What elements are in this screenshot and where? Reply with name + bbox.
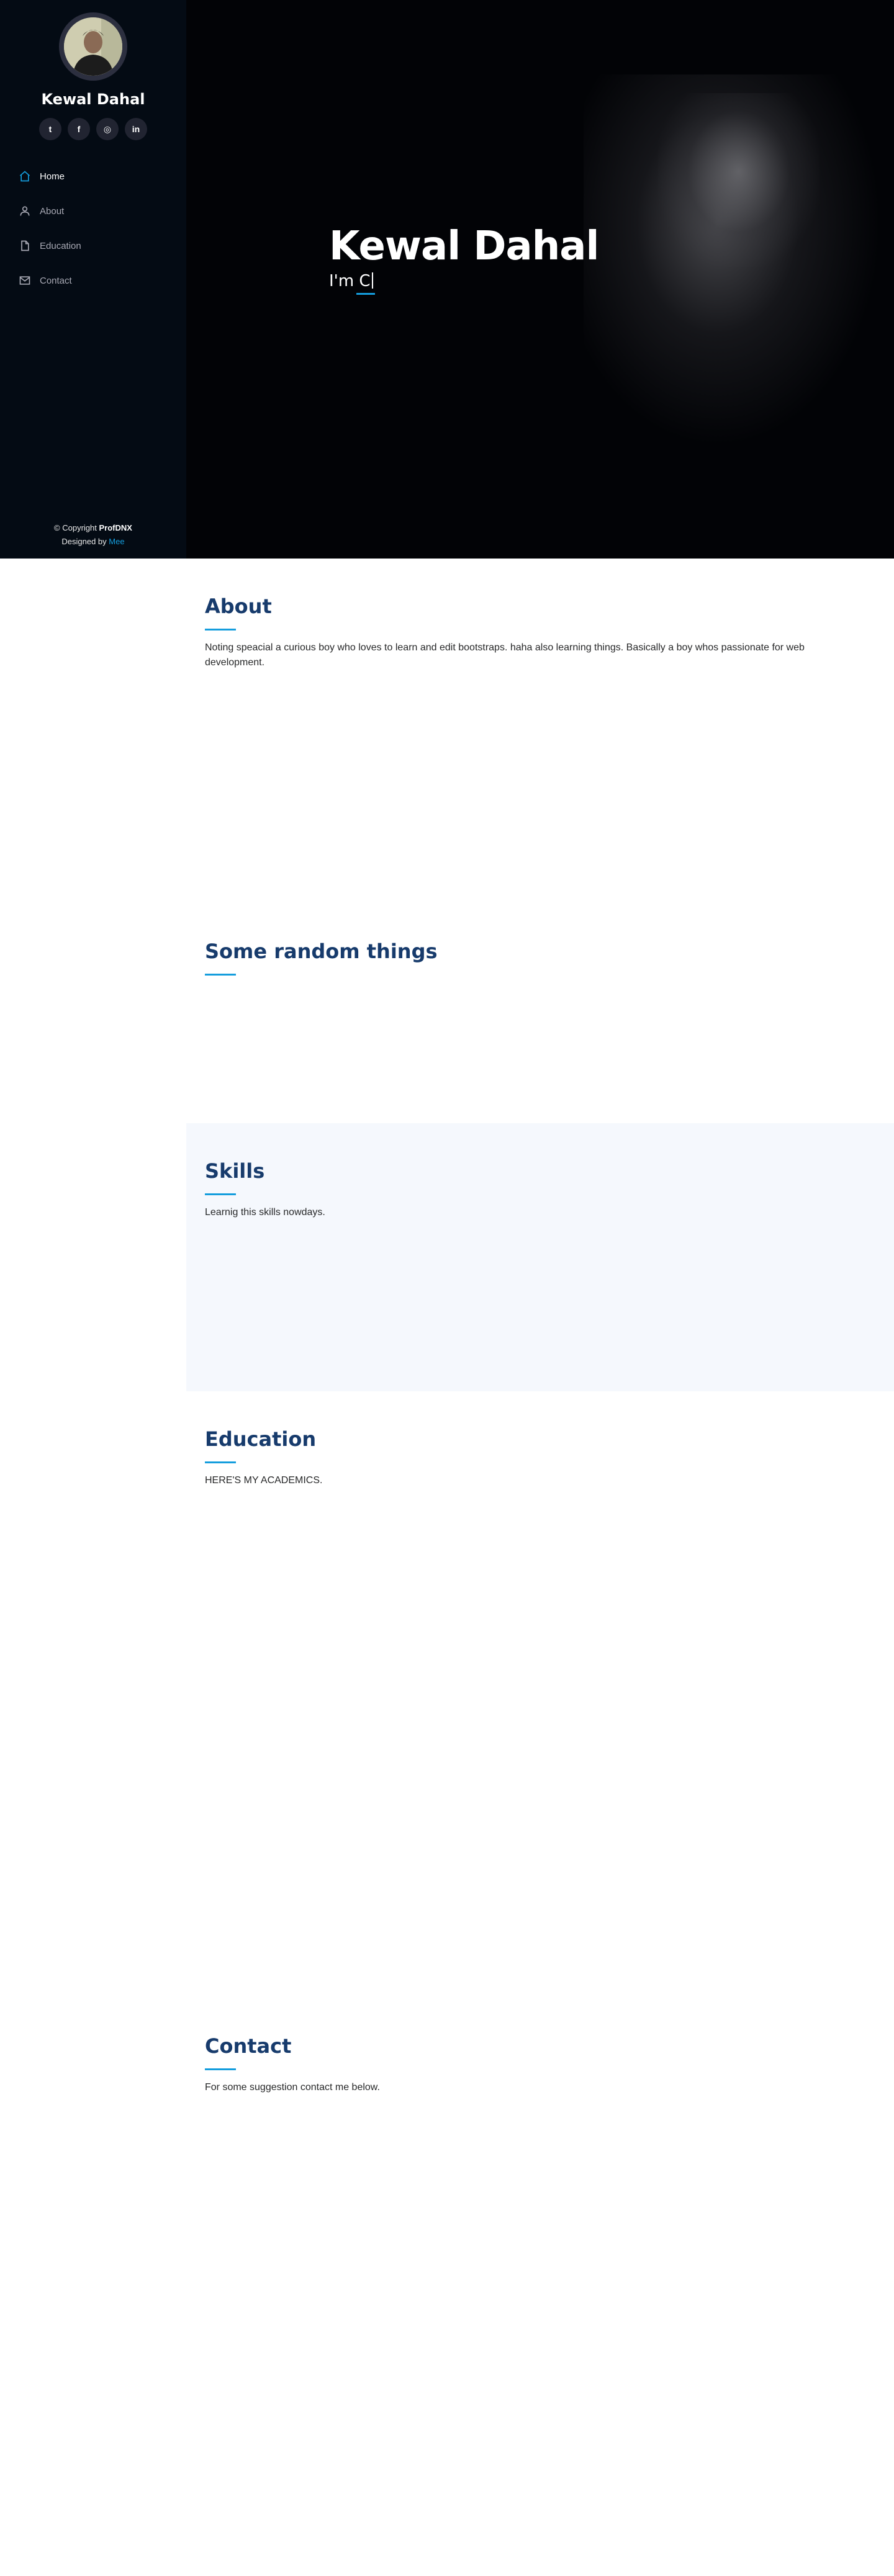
sidebar-item-about[interactable]: About <box>0 194 186 228</box>
hero-typed-text: I'm C <box>329 272 371 290</box>
sidebar-item-label: Education <box>40 240 81 251</box>
copyright: © Copyright ProfDNX <box>0 521 186 535</box>
linkedin-icon[interactable]: in <box>125 118 147 140</box>
designer-link[interactable]: Mee <box>109 537 124 546</box>
instagram-icon[interactable]: ◎ <box>96 118 119 140</box>
sidebar-footer: © Copyright ProfDNX Designed by Mee <box>0 521 186 549</box>
about-text: Noting speacial a curious boy who loves … <box>205 642 805 668</box>
about-section: About Noting speacial a curious boy who … <box>186 595 894 917</box>
profile: Kewal Dahal t f ◎ in <box>0 0 186 140</box>
contact-section: Contact For some suggestion contact me b… <box>186 2034 894 2345</box>
social-links: t f ◎ in <box>0 118 186 140</box>
sidebar-item-label: Home <box>40 171 65 182</box>
hero-text: Kewal Dahal I'm C <box>329 223 599 295</box>
hero-title: Kewal Dahal <box>329 223 599 269</box>
credits: Designed by Mee <box>0 535 186 549</box>
section-title-about: About <box>205 595 272 631</box>
random-section: Some random things <box>186 940 894 1123</box>
section-title-skills: Skills <box>205 1159 264 1195</box>
facebook-icon[interactable]: f <box>68 118 90 140</box>
sidebar-item-contact[interactable]: Contact <box>0 263 186 298</box>
education-text: HERE'S MY ACADEMICS. <box>205 1475 323 1486</box>
section-title-education: Education <box>205 1427 316 1463</box>
hero-section: Kewal Dahal I'm C <box>186 0 894 559</box>
skills-section: Skills Learnig this skills nowdays. <box>186 1123 894 1391</box>
section-title-random: Some random things <box>205 940 438 976</box>
twitter-icon[interactable]: t <box>39 118 61 140</box>
contact-text: For some suggestion contact me below. <box>205 2082 380 2093</box>
education-section: Education HERE'S MY ACADEMICS. <box>186 1427 894 1986</box>
avatar <box>59 12 127 81</box>
skills-text: Learnig this skills nowdays. <box>205 1207 325 1218</box>
profile-name: Kewal Dahal <box>41 91 145 108</box>
section-title-contact: Contact <box>205 2034 291 2070</box>
home-icon <box>19 169 34 184</box>
sidebar-item-label: Contact <box>40 275 72 286</box>
credits-label: Designed by <box>61 537 107 546</box>
hero-typed: I'm C <box>329 272 598 295</box>
sidebar-item-home[interactable]: Home <box>0 159 186 194</box>
sidebar-item-education[interactable]: Education <box>0 228 186 263</box>
person-icon <box>19 204 34 218</box>
copyright-prefix: © Copyright <box>54 523 97 532</box>
typing-cursor <box>371 272 373 289</box>
sidebar-item-label: About <box>40 205 65 217</box>
sidebar-nav: Home About Education Contact <box>0 159 186 298</box>
envelope-icon <box>19 273 34 288</box>
sidebar: Kewal Dahal t f ◎ in Home About Educatio… <box>0 0 186 559</box>
typed-underline <box>356 293 375 295</box>
copyright-brand: ProfDNX <box>99 523 132 532</box>
file-icon <box>19 238 34 253</box>
hero-portrait <box>658 93 820 267</box>
